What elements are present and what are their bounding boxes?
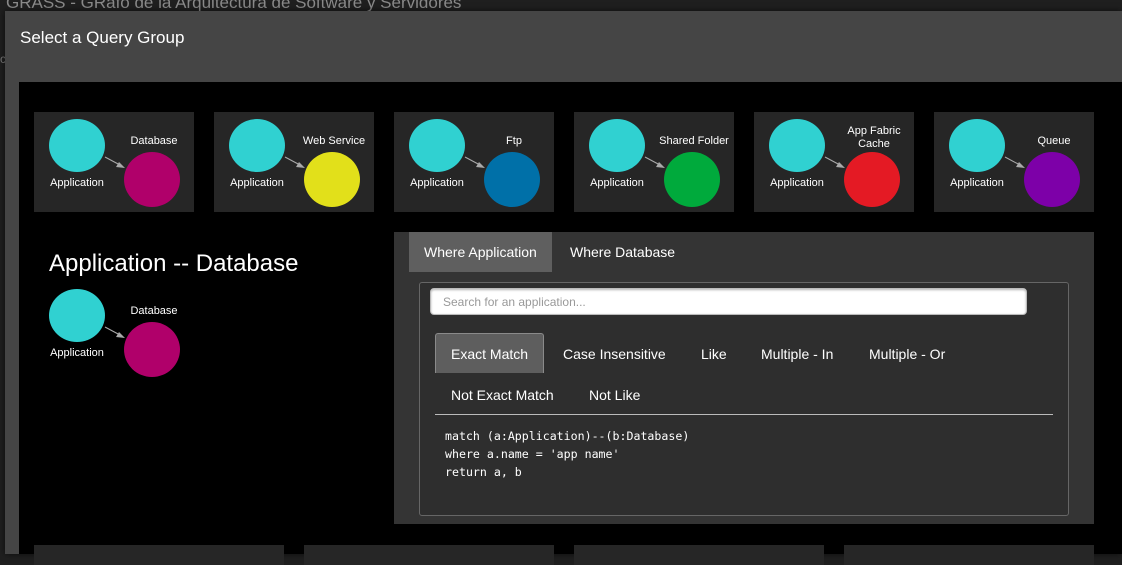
group-card-app-fabric-cache[interactable]: Application App Fabric Cache (754, 112, 914, 212)
source-node (769, 119, 825, 172)
relation-diagram: Application App Fabric Cache (754, 112, 914, 212)
target-node (124, 322, 180, 377)
application-search-input[interactable] (430, 288, 1027, 315)
source-node (409, 119, 465, 172)
query-code: match (a:Application)--(b:Database) wher… (445, 429, 690, 479)
source-node (49, 119, 105, 172)
tab-multiple-in[interactable]: Multiple - In (746, 334, 848, 374)
source-node (49, 289, 105, 342)
target-node (844, 152, 900, 207)
group-card-partial[interactable] (34, 545, 284, 565)
group-card-partial[interactable] (574, 545, 824, 565)
target-label: Web Service (302, 135, 366, 147)
relation-diagram: Application Database (34, 112, 194, 212)
target-node (664, 152, 720, 207)
selected-group-title: Application -- Database (49, 250, 299, 277)
source-label: Application (230, 177, 284, 189)
target-label: Shared Folder (659, 135, 729, 147)
source-label: Application (950, 177, 1004, 189)
group-card-ftp[interactable]: Application Ftp (394, 112, 554, 212)
target-node (1024, 152, 1080, 207)
group-card-database[interactable]: Application Database (34, 112, 194, 212)
group-card-partial[interactable] (304, 545, 554, 565)
query-builder: Exact Match Case Insensitive Like Multip… (419, 282, 1069, 516)
tab-not-exact-match[interactable]: Not Exact Match (436, 375, 569, 415)
target-node (304, 152, 360, 207)
modal-body: Application Database Application Web Ser… (19, 82, 1122, 565)
relation-diagram: Application Ftp (394, 112, 554, 212)
selected-relation-diagram: Application Database (34, 282, 194, 382)
target-label: Queue (1037, 135, 1071, 147)
source-label: Application (50, 347, 104, 359)
source-label: Application (50, 177, 104, 189)
group-card-shared-folder[interactable]: Application Shared Folder (574, 112, 734, 212)
source-label: Application (410, 177, 464, 189)
tab-exact-match[interactable]: Exact Match (435, 333, 545, 373)
query-panel: Where Application Where Database Exact M… (394, 232, 1094, 524)
target-node (484, 152, 540, 207)
target-label: Database (130, 135, 178, 147)
tab-case-insensitive[interactable]: Case Insensitive (548, 334, 681, 374)
group-card-web-service[interactable]: Application Web Service (214, 112, 374, 212)
source-label: Application (590, 177, 644, 189)
source-label: Application (770, 177, 824, 189)
target-label: Ftp (506, 135, 522, 147)
target-node (124, 152, 180, 207)
tab-multiple-or[interactable]: Multiple - Or (854, 334, 960, 374)
tab-like[interactable]: Like (686, 334, 742, 374)
modal-header: Select a Query Group (5, 11, 1122, 81)
relation-diagram: Application Web Service (214, 112, 374, 212)
query-group-modal: Select a Query Group Application Databas… (5, 11, 1122, 565)
tab-where-application[interactable]: Where Application (409, 232, 552, 272)
target-label: Database (130, 305, 178, 317)
tab-where-database[interactable]: Where Database (555, 232, 690, 272)
tab-divider (435, 414, 1053, 415)
source-node (229, 119, 285, 172)
source-node (949, 119, 1005, 172)
group-card-partial[interactable] (844, 545, 1094, 565)
target-label: App Fabric Cache (847, 125, 901, 150)
modal-title: Select a Query Group (20, 28, 185, 47)
group-card-queue[interactable]: Application Queue (934, 112, 1094, 212)
relation-diagram: Application Queue (934, 112, 1094, 212)
tab-not-like[interactable]: Not Like (574, 375, 655, 415)
source-node (589, 119, 645, 172)
relation-diagram: Application Shared Folder (574, 112, 734, 212)
